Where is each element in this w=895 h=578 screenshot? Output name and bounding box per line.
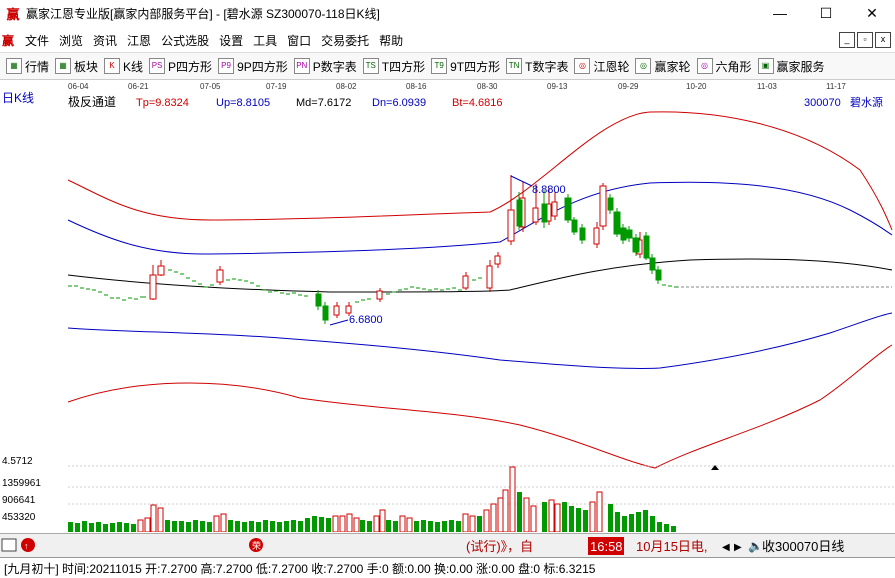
pn-icon: PN bbox=[293, 58, 310, 74]
window-title: 赢家江恩专业版[赢家内部服务平台] - [碧水源 SZ300070-118日K线… bbox=[26, 6, 380, 21]
date-tick: 07-19 bbox=[266, 82, 287, 91]
tn-icon: TN bbox=[506, 58, 523, 74]
param-tp: Tp=9.8324 bbox=[136, 97, 189, 109]
winner-wheel-icon: ◎ bbox=[635, 58, 652, 74]
volume-scale-label: 906641 bbox=[2, 495, 36, 506]
date-tick: 06-04 bbox=[68, 82, 89, 91]
speaker-icon[interactable]: 🔈 bbox=[748, 539, 763, 553]
service-icon: ▣ bbox=[757, 58, 774, 74]
date-tick: 10-20 bbox=[686, 82, 707, 91]
menu-browse[interactable]: 浏览 bbox=[54, 32, 88, 49]
menu-gann[interactable]: 江恩 bbox=[122, 32, 156, 49]
tool-9p-square[interactable]: P9 9P四方形 bbox=[218, 58, 288, 75]
hexagon-icon: ◎ bbox=[696, 58, 713, 74]
menu-bar: 赢 文件 浏览 资讯 江恩 公式选股 设置 工具 窗口 交易委托 帮助 _ ▫ … bbox=[0, 28, 895, 53]
tool-gann-wheel[interactable]: ◎ 江恩轮 bbox=[574, 58, 629, 75]
menu-logo-icon: 赢 bbox=[2, 33, 15, 48]
high-price-label: 8.8800 bbox=[532, 184, 566, 196]
date-tick: 09-13 bbox=[547, 82, 568, 91]
tool-9t-square[interactable]: T9 9T四方形 bbox=[431, 58, 500, 75]
tool-p-square[interactable]: PS P四方形 bbox=[149, 58, 212, 75]
news-ticker-text[interactable]: (试行)》，自 bbox=[466, 539, 533, 554]
menu-settings[interactable]: 设置 bbox=[214, 32, 248, 49]
indicator-name: 极反通道 bbox=[68, 95, 116, 109]
date-tick: 09-29 bbox=[618, 82, 639, 91]
menu-trade[interactable]: 交易委托 bbox=[316, 32, 374, 49]
close-label: 收300070日线 bbox=[762, 539, 844, 554]
tool-quotes[interactable]: ▦ 行情 bbox=[6, 58, 49, 75]
grid-icon: ▦ bbox=[6, 58, 22, 74]
date-tick: 11-03 bbox=[757, 82, 777, 91]
minimize-button[interactable]: — bbox=[757, 0, 803, 26]
tool-p-table[interactable]: PN P数字表 bbox=[293, 58, 357, 75]
bottom-bar: ↑ 荣 (试行)》，自 16:58 10月15日电, ◀ ▶ 🔈 收300070… bbox=[0, 533, 895, 558]
channel-bt-line bbox=[67, 344, 893, 469]
tool-hexagon[interactable]: ◎ 六角形 bbox=[696, 58, 752, 75]
low-price-label: 6.6800 bbox=[349, 314, 383, 326]
p9-icon: P9 bbox=[218, 58, 235, 74]
toolbar: ▦ 行情 ▦ 板块 K K线 PS P四方形 P9 9P四方形 PN P数字表 TS T四方形… bbox=[0, 53, 895, 80]
channel-up-line bbox=[67, 181, 893, 255]
menu-tools[interactable]: 工具 bbox=[248, 32, 282, 49]
date-tick: 08-02 bbox=[336, 82, 357, 91]
app-logo-icon: 赢 bbox=[6, 6, 20, 22]
param-md: Md=7.6172 bbox=[296, 97, 351, 109]
mdi-close-button[interactable]: x bbox=[875, 32, 891, 48]
high-marker-line bbox=[510, 175, 533, 187]
param-dn: Dn=6.0939 bbox=[372, 97, 426, 109]
tool-kline[interactable]: K K线 bbox=[104, 58, 143, 75]
status-text: [九月初十] 时间:20211015 开:7.2700 高:7.2700 低:7… bbox=[4, 561, 596, 576]
p-square-icon: PS bbox=[149, 58, 166, 74]
t9-icon: T9 bbox=[431, 58, 448, 74]
stock-code: 300070 bbox=[804, 97, 841, 109]
tool-t-square[interactable]: TS T四方形 bbox=[362, 58, 425, 75]
scroll-left-icon[interactable]: ◀ bbox=[722, 542, 730, 553]
blocks-icon: ▦ bbox=[55, 58, 72, 74]
mdi-minimize-button[interactable]: _ bbox=[839, 32, 855, 48]
volume-scale-label: 453320 bbox=[2, 512, 36, 523]
maximize-button[interactable]: ☐ bbox=[803, 0, 849, 26]
close-button[interactable]: ✕ bbox=[849, 0, 895, 26]
menu-help[interactable]: 帮助 bbox=[374, 32, 408, 49]
svg-text:↑: ↑ bbox=[24, 541, 29, 551]
param-bt: Bt=4.6816 bbox=[452, 97, 502, 109]
tool-winner-wheel[interactable]: ◎ 赢家轮 bbox=[635, 58, 691, 75]
period-label: 日K线 bbox=[2, 91, 34, 105]
tool-t-table[interactable]: TN T数字表 bbox=[506, 58, 568, 75]
ticker-time: 16:58 bbox=[590, 539, 623, 554]
gann-wheel-icon: ◎ bbox=[574, 58, 591, 74]
param-up: Up=8.8105 bbox=[216, 97, 270, 109]
volume-scale-label: 1359961 bbox=[2, 478, 41, 489]
date-tick: 07-05 bbox=[200, 82, 221, 91]
volume-scale-top: 4.5712 bbox=[2, 456, 33, 467]
date-tick: 08-16 bbox=[406, 82, 427, 91]
date-tick: 06-21 bbox=[128, 82, 149, 91]
tool-service[interactable]: ▣ 赢家服务 bbox=[757, 58, 825, 75]
menu-file[interactable]: 文件 bbox=[20, 32, 54, 49]
date-tick: 11-17 bbox=[826, 82, 846, 91]
channel-top-line bbox=[67, 111, 893, 231]
menu-formula[interactable]: 公式选股 bbox=[156, 32, 214, 49]
volume-bars bbox=[68, 466, 676, 532]
channel-dn-line bbox=[67, 312, 893, 369]
grid-toggle-icon[interactable] bbox=[1, 538, 17, 552]
date-tick: 08-30 bbox=[477, 82, 498, 91]
status-bar: [九月初十] 时间:20211015 开:7.2700 高:7.2700 低:7… bbox=[0, 557, 895, 578]
menu-window[interactable]: 窗口 bbox=[282, 32, 316, 49]
kline-chart-panel[interactable]: 06-04 06-21 07-05 07-19 08-02 08-16 08-3… bbox=[0, 80, 895, 532]
menu-info[interactable]: 资讯 bbox=[88, 32, 122, 49]
tool-sectors[interactable]: ▦ 板块 bbox=[55, 58, 98, 75]
title-bar: 赢 赢家江恩专业版[赢家内部服务平台] - [碧水源 SZ300070-118日… bbox=[0, 0, 895, 26]
low-marker-line bbox=[329, 319, 349, 326]
kline-icon: K bbox=[104, 58, 121, 74]
stock-name: 碧水源 bbox=[850, 95, 883, 109]
t-square-icon: TS bbox=[362, 58, 379, 74]
ticker-date: 10月15日电, bbox=[636, 539, 708, 554]
svg-text:荣: 荣 bbox=[252, 540, 261, 551]
scroll-right-icon[interactable]: ▶ bbox=[734, 542, 742, 553]
mdi-restore-button[interactable]: ▫ bbox=[857, 32, 873, 48]
